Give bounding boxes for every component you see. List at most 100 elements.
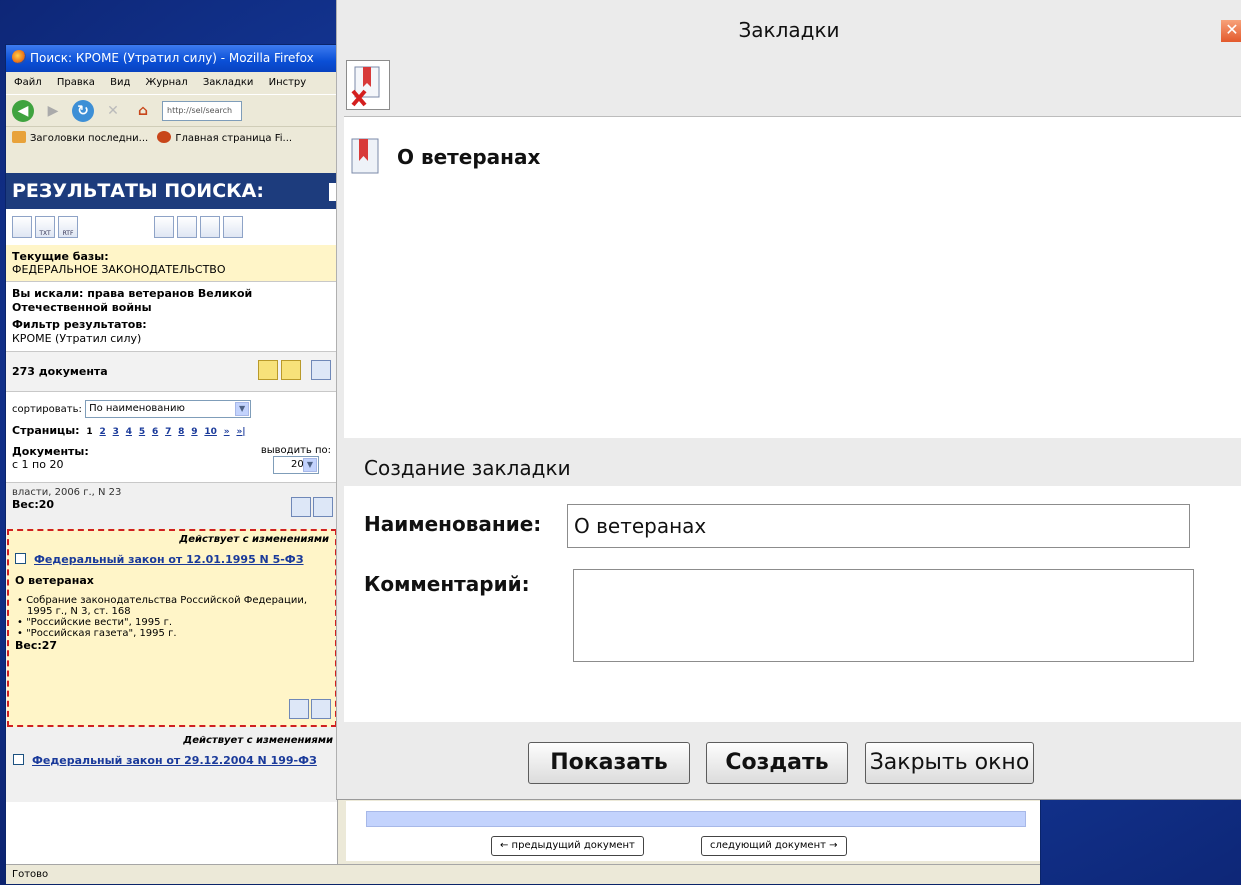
bookmarks-dialog: Закладки ✕ О ветеранах Создание закладки… — [336, 0, 1241, 800]
page-8[interactable]: 8 — [178, 427, 184, 437]
page-6[interactable]: 6 — [152, 427, 158, 437]
filter-icon[interactable] — [154, 216, 174, 238]
menu-tools[interactable]: Инстру — [269, 77, 307, 88]
results-toolbar: TXT RTF — [6, 209, 337, 245]
browser-title: Поиск: КРОМЕ (Утратил силу) - Mozilla Fi… — [30, 51, 314, 65]
dialog-titlebar: Закладки ✕ — [337, 0, 1241, 60]
copy-icon[interactable] — [289, 699, 309, 719]
close-window-button[interactable]: Закрыть окно — [865, 742, 1034, 784]
comment-label: Комментарий: — [364, 572, 530, 596]
page-5[interactable]: 5 — [139, 427, 145, 437]
filter-label: Фильтр результатов: — [12, 318, 147, 331]
bases-label: Текущие базы: — [12, 250, 109, 263]
next-document-button[interactable]: следующий документ → — [701, 836, 847, 856]
pages-label: Страницы: — [12, 424, 80, 437]
name-field[interactable]: О ветеранах — [567, 504, 1190, 548]
delete-bookmark-icon — [351, 66, 380, 107]
item2-link[interactable]: Федеральный закон от 29.12.2004 N 199-ФЗ — [32, 754, 317, 767]
item-source: • "Российская газета", 1995 г. — [17, 628, 177, 639]
name-label: Наименование: — [364, 512, 542, 536]
page-last[interactable]: »| — [236, 427, 245, 437]
page-10[interactable]: 10 — [204, 427, 217, 437]
prev-document-button[interactable]: ← предыдущий документ — [491, 836, 644, 856]
menu-view[interactable]: Вид — [110, 77, 130, 88]
count-row: 273 документа — [6, 351, 337, 391]
bookmark-home[interactable]: Главная страница Fi... — [175, 133, 292, 144]
dialog-toolbar — [337, 60, 1241, 116]
home-icon[interactable]: ⌂ — [132, 100, 154, 122]
page-4[interactable]: 4 — [126, 427, 132, 437]
item-source: • "Российские вести", 1995 г. — [17, 617, 173, 628]
item-name: О ветеранах — [15, 574, 94, 587]
stop-icon[interactable]: ✕ — [102, 100, 124, 122]
page-1: 1 — [86, 427, 93, 437]
horizontal-scrollbar[interactable] — [366, 811, 1026, 827]
copy-icon[interactable] — [291, 497, 311, 517]
item-status: Действует с изменениями — [179, 534, 329, 545]
item-checkbox[interactable] — [15, 553, 26, 564]
prev-item-source: власти, 2006 г., N 23 — [12, 487, 122, 498]
perpage-value: 20 — [291, 459, 304, 470]
query-text: Вы искали: права ветеранов Великой Отече… — [12, 287, 253, 314]
list-item: Действует с изменениями Федеральный зако… — [7, 529, 337, 727]
item2-status: Действует с изменениями — [183, 735, 333, 746]
menu-bookmarks[interactable]: Закладки — [203, 77, 254, 88]
item-actions — [289, 699, 331, 719]
reload-icon[interactable]: ↻ — [72, 99, 94, 122]
results-header: РЕЗУЛЬТАТЫ ПОИСКА: — [6, 173, 337, 209]
bookmark-item-label: О ветеранах — [397, 145, 541, 169]
rss-icon — [12, 131, 26, 143]
menu-file[interactable]: Файл — [14, 77, 42, 88]
bookmark-icon — [351, 138, 379, 174]
create-button[interactable]: Создать — [706, 742, 848, 784]
save-rtf-icon[interactable]: RTF — [58, 216, 78, 238]
bookmark-headlines[interactable]: Заголовки последни... — [30, 133, 148, 144]
bookmark-item[interactable]: О ветеранах — [349, 137, 540, 177]
page-3[interactable]: 3 — [113, 427, 119, 437]
item-link[interactable]: Федеральный закон от 12.01.1995 N 5-ФЗ — [34, 553, 304, 566]
list-icon[interactable] — [223, 216, 243, 238]
create-bookmark-form: Наименование: О ветеранах Комментарий: — [344, 486, 1241, 722]
pagination: Страницы: 1 2 3 4 5 6 7 8 9 10 » »| — [6, 420, 337, 441]
page-9[interactable]: 9 — [191, 427, 197, 437]
document-pane-footer: ← предыдущий документ следующий документ… — [346, 801, 1040, 861]
search-refine-icon[interactable] — [200, 216, 220, 238]
info-icon[interactable] — [311, 699, 331, 719]
bookmark-list: О ветеранах — [344, 116, 1241, 438]
page-7[interactable]: 7 — [165, 427, 171, 437]
item-source: • Собрание законодательства Российской Ф… — [17, 595, 308, 617]
sort-label: сортировать: — [12, 404, 82, 415]
delete-bookmark-button[interactable] — [346, 60, 390, 110]
print-icon[interactable] — [12, 216, 32, 238]
prev-item-actions — [291, 497, 333, 517]
page-next[interactable]: » — [224, 427, 230, 437]
export-icon[interactable] — [311, 360, 331, 380]
comment-field[interactable] — [573, 569, 1194, 662]
select-all-icon[interactable] — [258, 360, 278, 380]
bases-value: ФЕДЕРАЛЬНОЕ ЗАКОНОДАТЕЛЬСТВО — [12, 263, 226, 276]
chevron-down-icon[interactable]: ▼ — [235, 402, 250, 416]
page-2[interactable]: 2 — [100, 427, 106, 437]
close-icon[interactable]: ✕ — [1221, 20, 1241, 42]
menu-edit[interactable]: Правка — [57, 77, 95, 88]
url-bar[interactable]: http://sel/search — [162, 100, 242, 121]
info-icon[interactable] — [313, 497, 333, 517]
sort-select[interactable]: По наименованию ▼ — [85, 400, 252, 418]
prev-item-weight: Вес:20 — [12, 498, 55, 511]
back-icon[interactable]: ◀ — [12, 99, 34, 122]
perpage-select[interactable]: 20 ▼ — [272, 456, 319, 474]
deselect-all-icon[interactable] — [281, 360, 301, 380]
sort-value: По наименованию — [89, 403, 185, 414]
edit-query-icon[interactable] — [177, 216, 197, 238]
docs-range: с 1 по 20 — [12, 458, 64, 471]
chevron-down-icon[interactable]: ▼ — [302, 458, 317, 472]
status-text: Готово — [12, 869, 49, 880]
menu-history[interactable]: Журнал — [146, 77, 188, 88]
show-button[interactable]: Показать — [528, 742, 690, 784]
save-txt-icon[interactable]: TXT — [35, 216, 55, 238]
doc-count: 273 документа — [12, 365, 108, 378]
docs-label: Документы: — [12, 445, 89, 458]
forward-icon[interactable]: ▶ — [42, 100, 64, 122]
item2-checkbox[interactable] — [13, 754, 24, 765]
perpage-label: выводить по: — [260, 445, 331, 456]
